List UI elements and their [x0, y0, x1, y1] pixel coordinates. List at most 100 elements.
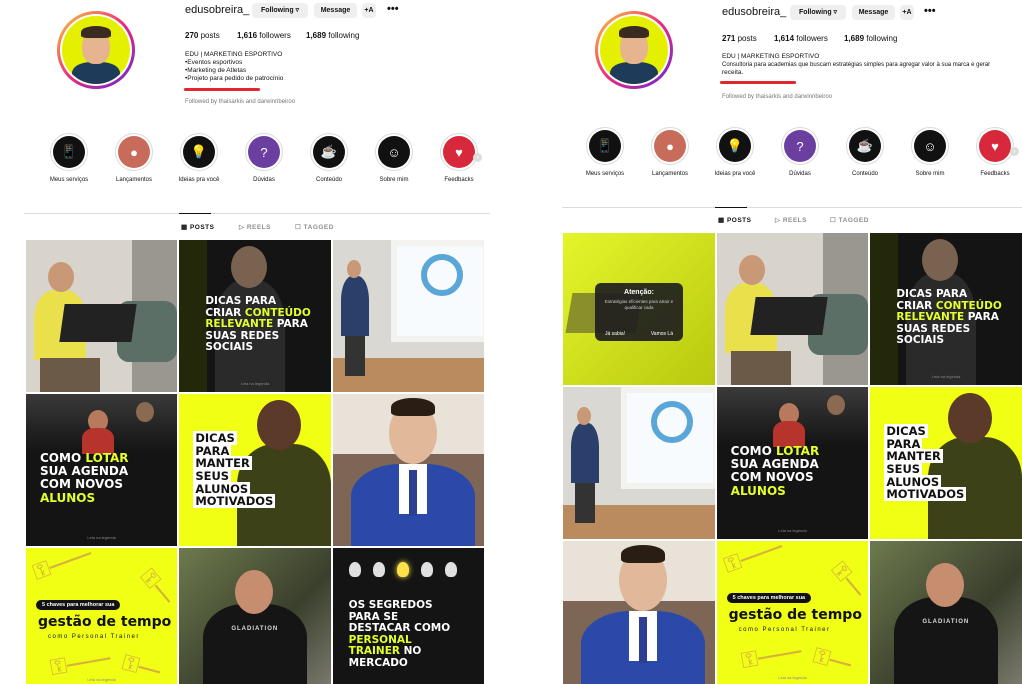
following-count[interactable]: 1,689 following	[306, 31, 359, 40]
tab-reels[interactable]: ▷ REELS	[239, 223, 271, 231]
posts-count: 270 posts	[185, 31, 220, 40]
atencao-dialog: Atenção: Estratégias eficientes para atr…	[595, 283, 683, 341]
highlight-person[interactable]: ☺ Sobre mim	[899, 127, 961, 177]
profile-panel-after: edusobreira_ Following ▿ Message +A ••• …	[562, 0, 1022, 684]
add-user-button[interactable]: +A	[900, 5, 914, 20]
profile-avatar[interactable]	[595, 11, 673, 89]
highlight-person[interactable]: ☺ Sobre mim	[363, 133, 425, 183]
username: edusobreira_	[722, 6, 787, 18]
highlight-phone[interactable]: 📱 Meus serviços	[38, 133, 100, 183]
highlight-label: Lançamentos	[651, 171, 689, 177]
highlights-next-icon[interactable]: ›	[473, 153, 482, 162]
highlight-label: Lançamentos	[115, 177, 153, 183]
highlight-label: Dúvidas	[253, 177, 275, 183]
highlight-label: Conteúdo	[851, 171, 879, 177]
highlight-label: Sobre mim	[379, 177, 409, 183]
followed-by[interactable]: Followed by thaisarkis and darwinribeiro…	[722, 94, 832, 100]
following-button[interactable]: Following ▿	[790, 5, 846, 20]
person-icon: ☺	[378, 136, 410, 168]
post-presentation-photo[interactable]	[332, 240, 484, 392]
following-button[interactable]: Following ▿	[252, 3, 308, 18]
phone-icon: 📱	[53, 136, 85, 168]
bio: EDU | MARKETING ESPORTIVO Consultoria pa…	[722, 53, 991, 76]
bulb-icon: 💡	[183, 136, 215, 168]
tab-posts[interactable]: ▦ POSTS	[718, 216, 752, 224]
followers-count[interactable]: 1,614 followers	[774, 34, 828, 43]
vamos-la-button[interactable]: Vamos Lá	[651, 331, 673, 337]
post-dicas-conteudo[interactable]: DICAS PARA CRIAR CONTEÚDO RELEVANTE PARA…	[179, 240, 331, 392]
profile-panel-before: edusobreira_ Following ▿ Message +A ••• …	[24, 0, 490, 684]
profile-avatar[interactable]	[57, 11, 135, 89]
highlight-label: Feedbacks	[444, 177, 474, 183]
coffee-icon: ☕	[849, 130, 881, 162]
more-options-icon[interactable]: •••	[387, 4, 399, 15]
highlight-phone[interactable]: 📱 Meus serviços	[574, 127, 636, 177]
post-laptop-photo[interactable]	[26, 240, 178, 392]
post-dicas-manter[interactable]: DICAS PARA MANTER SEUS ALUNOS MOTIVADOS	[870, 387, 1022, 539]
highlight-underline	[720, 81, 796, 84]
post-dicas-conteudo[interactable]: DICAS PARA CRIAR CONTEÚDO RELEVANTE PARA…	[870, 233, 1022, 385]
active-tab-indicator	[715, 207, 747, 208]
following-count[interactable]: 1,689 following	[844, 34, 897, 43]
post-gestao-tempo[interactable]: ⚿━━ ⚿━ ⚿━━ ⚿━ 5 chaves para melhorar sua…	[716, 541, 869, 684]
active-tab-indicator	[179, 213, 211, 214]
post-suit-portrait[interactable]	[332, 394, 484, 546]
photo-icon: ●	[654, 130, 686, 162]
highlight-label: Feedbacks	[980, 171, 1010, 177]
tab-posts[interactable]: ▦ POSTS	[181, 223, 215, 231]
followers-count[interactable]: 1,616 followers	[237, 31, 291, 40]
post-suit-portrait[interactable]	[563, 541, 715, 684]
post-como-lotar[interactable]: COMO LOTAR SUA AGENDA COM NOVOS ALUNOS L…	[716, 387, 869, 539]
person-icon: ☺	[914, 130, 946, 162]
highlight-photo[interactable]: ● Lançamentos	[639, 127, 701, 177]
message-button[interactable]: Message	[852, 5, 895, 20]
username: edusobreira_	[185, 4, 250, 16]
message-button[interactable]: Message	[314, 3, 357, 18]
highlight-label: Ideias pra você	[178, 177, 220, 183]
highlight-label: Sobre mim	[915, 171, 945, 177]
post-dicas-manter[interactable]: DICAS PARA MANTER SEUS ALUNOS MOTIVADOS	[179, 394, 331, 546]
tab-tagged[interactable]: ☐ TAGGED	[295, 223, 334, 231]
highlight-photo[interactable]: ● Lançamentos	[103, 133, 165, 183]
highlight-bulb[interactable]: 💡 Ideias pra você	[704, 127, 766, 177]
add-user-button[interactable]: +A	[362, 3, 376, 18]
highlight-bulb[interactable]: 💡 Ideias pra você	[168, 133, 230, 183]
heart-icon: ♥	[979, 130, 1011, 162]
highlight-label: Meus serviços	[49, 177, 89, 183]
posts-grid: Atenção: Estratégias eficientes para atr…	[563, 233, 1022, 684]
highlights-next-icon[interactable]: ›	[1010, 147, 1019, 156]
post-gestao-tempo[interactable]: ⚿━━ ⚿━ ⚿━━ ⚿━ 5 chaves para melhorar sua…	[26, 548, 178, 684]
post-atencao[interactable]: Atenção: Estratégias eficientes para atr…	[563, 233, 715, 385]
followed-by[interactable]: Followed by thaisarkis and darwinribeiro…	[185, 99, 295, 105]
highlight-label: Dúvidas	[789, 171, 811, 177]
highlight-label: Conteúdo	[315, 177, 343, 183]
question-icon: ?	[248, 136, 280, 168]
tab-reels[interactable]: ▷ REELS	[775, 216, 807, 224]
coffee-icon: ☕	[313, 136, 345, 168]
tab-tagged[interactable]: ☐ TAGGED	[830, 216, 869, 224]
post-segredos[interactable]: OS SEGREDOS PARA SE DESTACAR COMO PERSON…	[332, 548, 484, 684]
phone-icon: 📱	[589, 130, 621, 162]
post-gladiation-photo[interactable]: GLADIATION	[179, 548, 331, 684]
highlight-question[interactable]: ? Dúvidas	[769, 127, 831, 177]
ja-sabia-button[interactable]: Já sabia!	[605, 331, 625, 337]
highlight-coffee[interactable]: ☕ Conteúdo	[298, 133, 360, 183]
highlight-label: Meus serviços	[585, 171, 625, 177]
posts-count: 271 posts	[722, 34, 757, 43]
bio: EDU | MARKETING ESPORTIVO •Eventos espor…	[185, 51, 284, 82]
tabs-divider	[24, 213, 490, 214]
highlight-question[interactable]: ? Dúvidas	[233, 133, 295, 183]
question-icon: ?	[784, 130, 816, 162]
more-options-icon[interactable]: •••	[924, 6, 936, 17]
highlight-label: Ideias pra você	[714, 171, 756, 177]
bulb-icon: 💡	[719, 130, 751, 162]
highlight-underline	[184, 88, 260, 91]
highlight-coffee[interactable]: ☕ Conteúdo	[834, 127, 896, 177]
posts-grid: DICAS PARA CRIAR CONTEÚDO RELEVANTE PARA…	[26, 240, 484, 684]
tabs-divider	[562, 207, 1022, 208]
post-presentation-photo[interactable]	[563, 387, 715, 539]
photo-icon: ●	[118, 136, 150, 168]
post-como-lotar[interactable]: COMO LOTAR SUA AGENDA COM NOVOS ALUNOS L…	[26, 394, 178, 546]
post-laptop-photo[interactable]	[716, 233, 869, 385]
post-gladiation-photo[interactable]: GLADIATION	[870, 541, 1022, 684]
